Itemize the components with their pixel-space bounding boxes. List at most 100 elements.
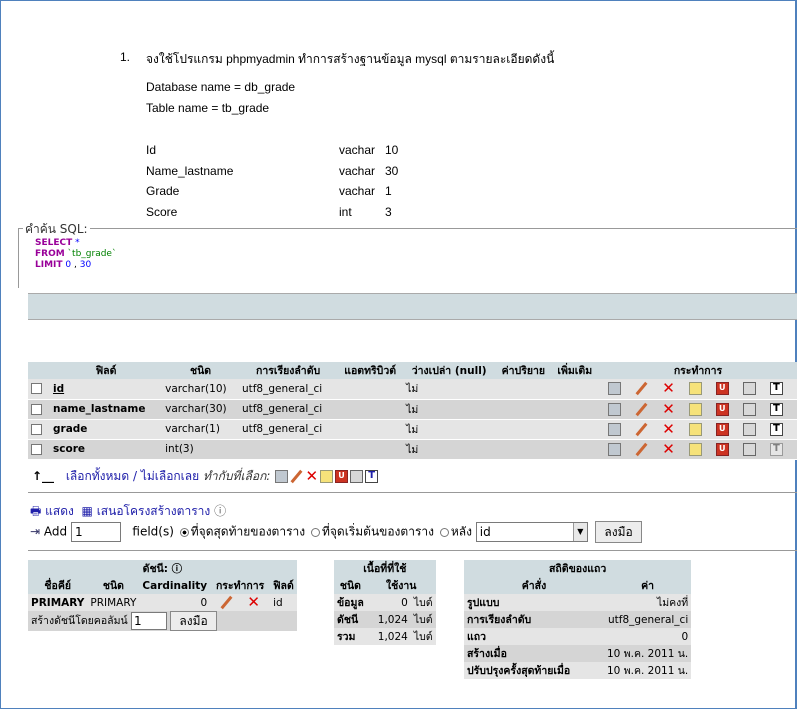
row-checkbox[interactable] (31, 443, 42, 455)
col-header-cardinality: Cardinality (139, 577, 211, 594)
stats-header-row: คำสั่ง ค่า (464, 577, 692, 594)
field-collation: utf8_general_ci (238, 379, 338, 400)
help-icon[interactable]: ⓘ (172, 563, 183, 575)
field-type: varchar(30) (162, 399, 239, 420)
index-field: id (270, 594, 297, 611)
field-name[interactable]: id (50, 379, 163, 400)
delete-icon[interactable]: ✕ (662, 381, 675, 396)
spec-field-length: 10 (385, 143, 399, 157)
fulltext-icon[interactable] (770, 402, 783, 416)
add-field-go-button[interactable]: ลงมือ (595, 521, 642, 543)
radio-begin[interactable] (310, 527, 320, 537)
field-collation: utf8_general_ci (238, 399, 338, 420)
print-view-link[interactable]: แสดง (45, 504, 74, 518)
help-icon[interactable]: ⓘ (214, 504, 226, 518)
after-field-select[interactable]: id ▼ (475, 522, 588, 542)
delete-icon[interactable]: ✕ (662, 401, 675, 416)
sql-keyword: LIMIT (35, 260, 63, 270)
col-header-collation[interactable]: การเรียงลำดับ (238, 362, 338, 379)
browse-icon[interactable] (608, 382, 621, 396)
sql-query-text[interactable]: SELECT * FROM `tb_grade` LIMIT 0 , 30 (35, 238, 116, 271)
delete-icon[interactable]: ✕ (305, 469, 318, 484)
browse-icon[interactable] (608, 402, 621, 416)
index-icon[interactable] (743, 422, 756, 436)
edit-icon[interactable] (635, 443, 648, 456)
spec-field-length: 1 (385, 184, 392, 198)
indexes-title-text: ดัชนี: (142, 563, 168, 575)
fulltext-icon[interactable] (365, 470, 379, 483)
radio-end[interactable] (179, 527, 189, 537)
uncheck-all-link[interactable]: ไม่เลือกเลย (141, 469, 199, 483)
checkbox-header (28, 362, 50, 379)
table-row: PRIMARY PRIMARY 0 ✕ id (28, 594, 297, 611)
add-field-count-input[interactable]: 1 (70, 522, 121, 542)
delete-icon[interactable]: ✕ (662, 421, 675, 436)
fulltext-icon[interactable] (770, 382, 783, 396)
index-icon[interactable] (743, 382, 756, 396)
delete-icon[interactable]: ✕ (662, 441, 675, 456)
primary-key-icon[interactable] (320, 470, 334, 483)
row-checkbox[interactable] (31, 403, 42, 415)
table-row: รูปแบบ ไม่คงที่ (464, 594, 692, 611)
check-all-link[interactable]: เลือกทั้งหมด (66, 469, 129, 483)
edit-icon[interactable] (220, 596, 233, 609)
edit-icon[interactable] (635, 423, 648, 436)
col-header-extra[interactable]: เพิ่มเติม (551, 362, 598, 379)
unique-icon[interactable] (716, 442, 729, 456)
unique-icon[interactable] (716, 422, 729, 436)
row-checkbox[interactable] (31, 423, 42, 435)
create-index-go-button[interactable]: ลงมือ (170, 611, 217, 631)
col-header-value: ค่า (604, 577, 692, 594)
edit-icon[interactable] (635, 403, 648, 416)
edit-icon[interactable] (635, 382, 648, 395)
spec-field-name: Name_lastname (146, 164, 234, 178)
fulltext-icon[interactable] (770, 422, 783, 436)
database-line: Database name = db_grade (146, 80, 296, 94)
table-row: แถว 0 (464, 628, 692, 645)
row-actions: ✕ (598, 399, 797, 420)
index-icon[interactable] (350, 470, 364, 483)
space-type: ข้อมูล (334, 594, 367, 611)
col-header-type[interactable]: ชนิด (162, 362, 239, 379)
primary-key-icon[interactable] (689, 402, 702, 416)
edit-icon[interactable] (290, 470, 303, 483)
unique-icon[interactable] (335, 470, 349, 483)
relation-view-link[interactable]: เสนอโครงสร้างตาราง (97, 504, 211, 518)
col-header-field[interactable]: ฟิลด์ (50, 362, 163, 379)
browse-icon[interactable] (275, 470, 289, 483)
index-icon[interactable] (743, 402, 756, 416)
col-header-default[interactable]: ค่าปริยาย (495, 362, 552, 379)
index-icon[interactable] (743, 442, 756, 456)
delete-icon[interactable]: ✕ (247, 595, 260, 610)
space-value: 0 (366, 594, 411, 611)
create-index-cell: สร้างดัชนีโดยคอลัมน์ 1 ลงมือ (28, 611, 297, 631)
field-name[interactable]: grade (50, 419, 163, 440)
radio-after[interactable] (439, 527, 449, 537)
radio-end-label: ที่จุดสุดท้ายของตาราง (190, 524, 306, 539)
field-name[interactable]: name_lastname (50, 399, 163, 420)
fields-label: field(s) (132, 524, 174, 539)
col-header-attributes[interactable]: แอตทริบิวต์ (337, 362, 404, 379)
stat-value: 10 พ.ค. 2011 น. (604, 662, 692, 679)
table-row: ข้อมูล 0 ไบต์ (334, 594, 436, 611)
browse-icon[interactable] (608, 442, 621, 456)
unique-icon[interactable] (716, 402, 729, 416)
field-type: varchar(10) (162, 379, 239, 400)
spec-field-type: int (339, 205, 352, 219)
unique-icon[interactable] (716, 382, 729, 396)
spec-field-name: Score (146, 205, 178, 219)
sql-keyword: FROM (35, 249, 65, 259)
spec-field-name: Id (146, 143, 157, 157)
primary-key-icon[interactable] (689, 382, 702, 396)
primary-key-icon[interactable] (689, 422, 702, 436)
create-index-label: สร้างดัชนีโดยคอลัมน์ (31, 615, 128, 627)
col-header-null[interactable]: ว่างเปล่า (null) (403, 362, 496, 379)
row-checkbox[interactable] (31, 383, 42, 395)
space-value: 1,024 (366, 611, 411, 628)
table-row: สร้างเมื่อ 10 พ.ค. 2011 น. (464, 645, 692, 662)
browse-icon[interactable] (608, 422, 621, 436)
create-index-count-input[interactable]: 1 (131, 612, 168, 630)
field-name[interactable]: score (50, 439, 163, 460)
primary-key-icon[interactable] (689, 442, 702, 456)
spec-field-length: 3 (385, 205, 392, 219)
